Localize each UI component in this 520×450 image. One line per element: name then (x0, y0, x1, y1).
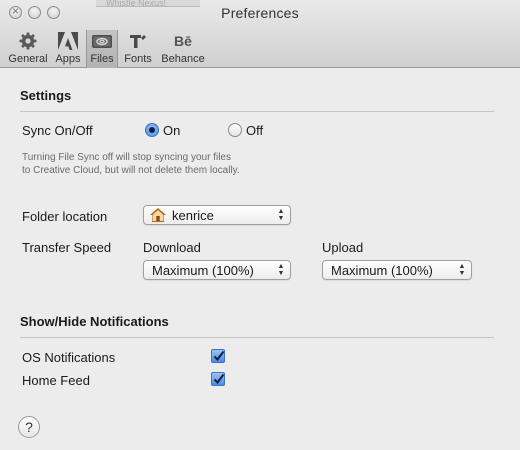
toolbar-general[interactable]: General (6, 30, 50, 68)
chevron-up-down-icon: ▲ ▼ (277, 263, 285, 277)
sync-hint-line-1: Turning File Sync off will stop syncing … (22, 152, 231, 163)
os-notifications-label: OS Notifications (22, 350, 116, 365)
os-notifications-checkbox[interactable] (211, 349, 225, 363)
preferences-window: Whistle Nexus! × Preferences General App… (0, 0, 520, 450)
folder-location-select[interactable]: kenrice ▲ ▼ (143, 205, 291, 225)
title-toolbar: Whistle Nexus! × Preferences General App… (0, 0, 520, 68)
settings-divider (20, 111, 494, 112)
toolbar-fonts[interactable]: Fonts (120, 30, 156, 68)
sync-label: Sync On/Off (22, 123, 93, 138)
toolbar-files[interactable]: Files (86, 30, 118, 68)
sync-off-label[interactable]: Off (246, 123, 263, 138)
behance-icon: Bē (174, 30, 192, 52)
toolbar-apps[interactable]: Apps (52, 30, 84, 68)
notifications-section-title: Show/Hide Notifications (20, 314, 169, 329)
download-speed-select[interactable]: Maximum (100%) ▲ ▼ (143, 260, 291, 280)
upload-speed-select[interactable]: Maximum (100%) ▲ ▼ (322, 260, 472, 280)
sync-on-radio[interactable] (145, 123, 159, 137)
chevron-up-down-icon: ▲ ▼ (277, 208, 285, 222)
home-feed-checkbox[interactable] (211, 372, 225, 386)
gear-icon (18, 30, 38, 52)
adobe-logo-icon (58, 30, 78, 52)
folder-location-value: kenrice (172, 207, 214, 223)
transfer-speed-label: Transfer Speed (22, 240, 112, 255)
question-mark-icon: ? (25, 419, 33, 435)
sync-hint-line-2: to Creative Cloud, but will not delete t… (22, 165, 240, 176)
upload-speed-value: Maximum (100%) (331, 262, 433, 278)
toolbar-files-label: Files (90, 53, 114, 65)
toolbar-general-label: General (8, 53, 48, 65)
toolbar-behance-label: Behance (161, 53, 205, 65)
folder-location-label: Folder location (22, 209, 108, 224)
toolbar-behance[interactable]: Bē Behance (160, 30, 206, 68)
download-speed-value: Maximum (100%) (152, 262, 254, 278)
sync-off-radio[interactable] (228, 123, 242, 137)
cloud-drive-icon (91, 30, 113, 52)
settings-section-title: Settings (20, 88, 72, 103)
behance-glyph: Bē (174, 33, 192, 49)
window-title: Preferences (221, 5, 299, 21)
checkmark-icon (213, 373, 225, 385)
toolbar-apps-label: Apps (55, 53, 81, 65)
chevron-up-down-icon: ▲ ▼ (458, 263, 466, 277)
checkmark-icon (213, 350, 225, 362)
sync-on-label[interactable]: On (163, 123, 180, 138)
typekit-icon (129, 30, 147, 52)
home-folder-icon (150, 208, 166, 222)
help-button[interactable]: ? (18, 416, 40, 438)
upload-label: Upload (322, 240, 364, 255)
home-feed-label: Home Feed (22, 373, 90, 388)
download-label: Download (143, 240, 201, 255)
toolbar-fonts-label: Fonts (124, 53, 152, 65)
notifications-divider (20, 337, 494, 338)
